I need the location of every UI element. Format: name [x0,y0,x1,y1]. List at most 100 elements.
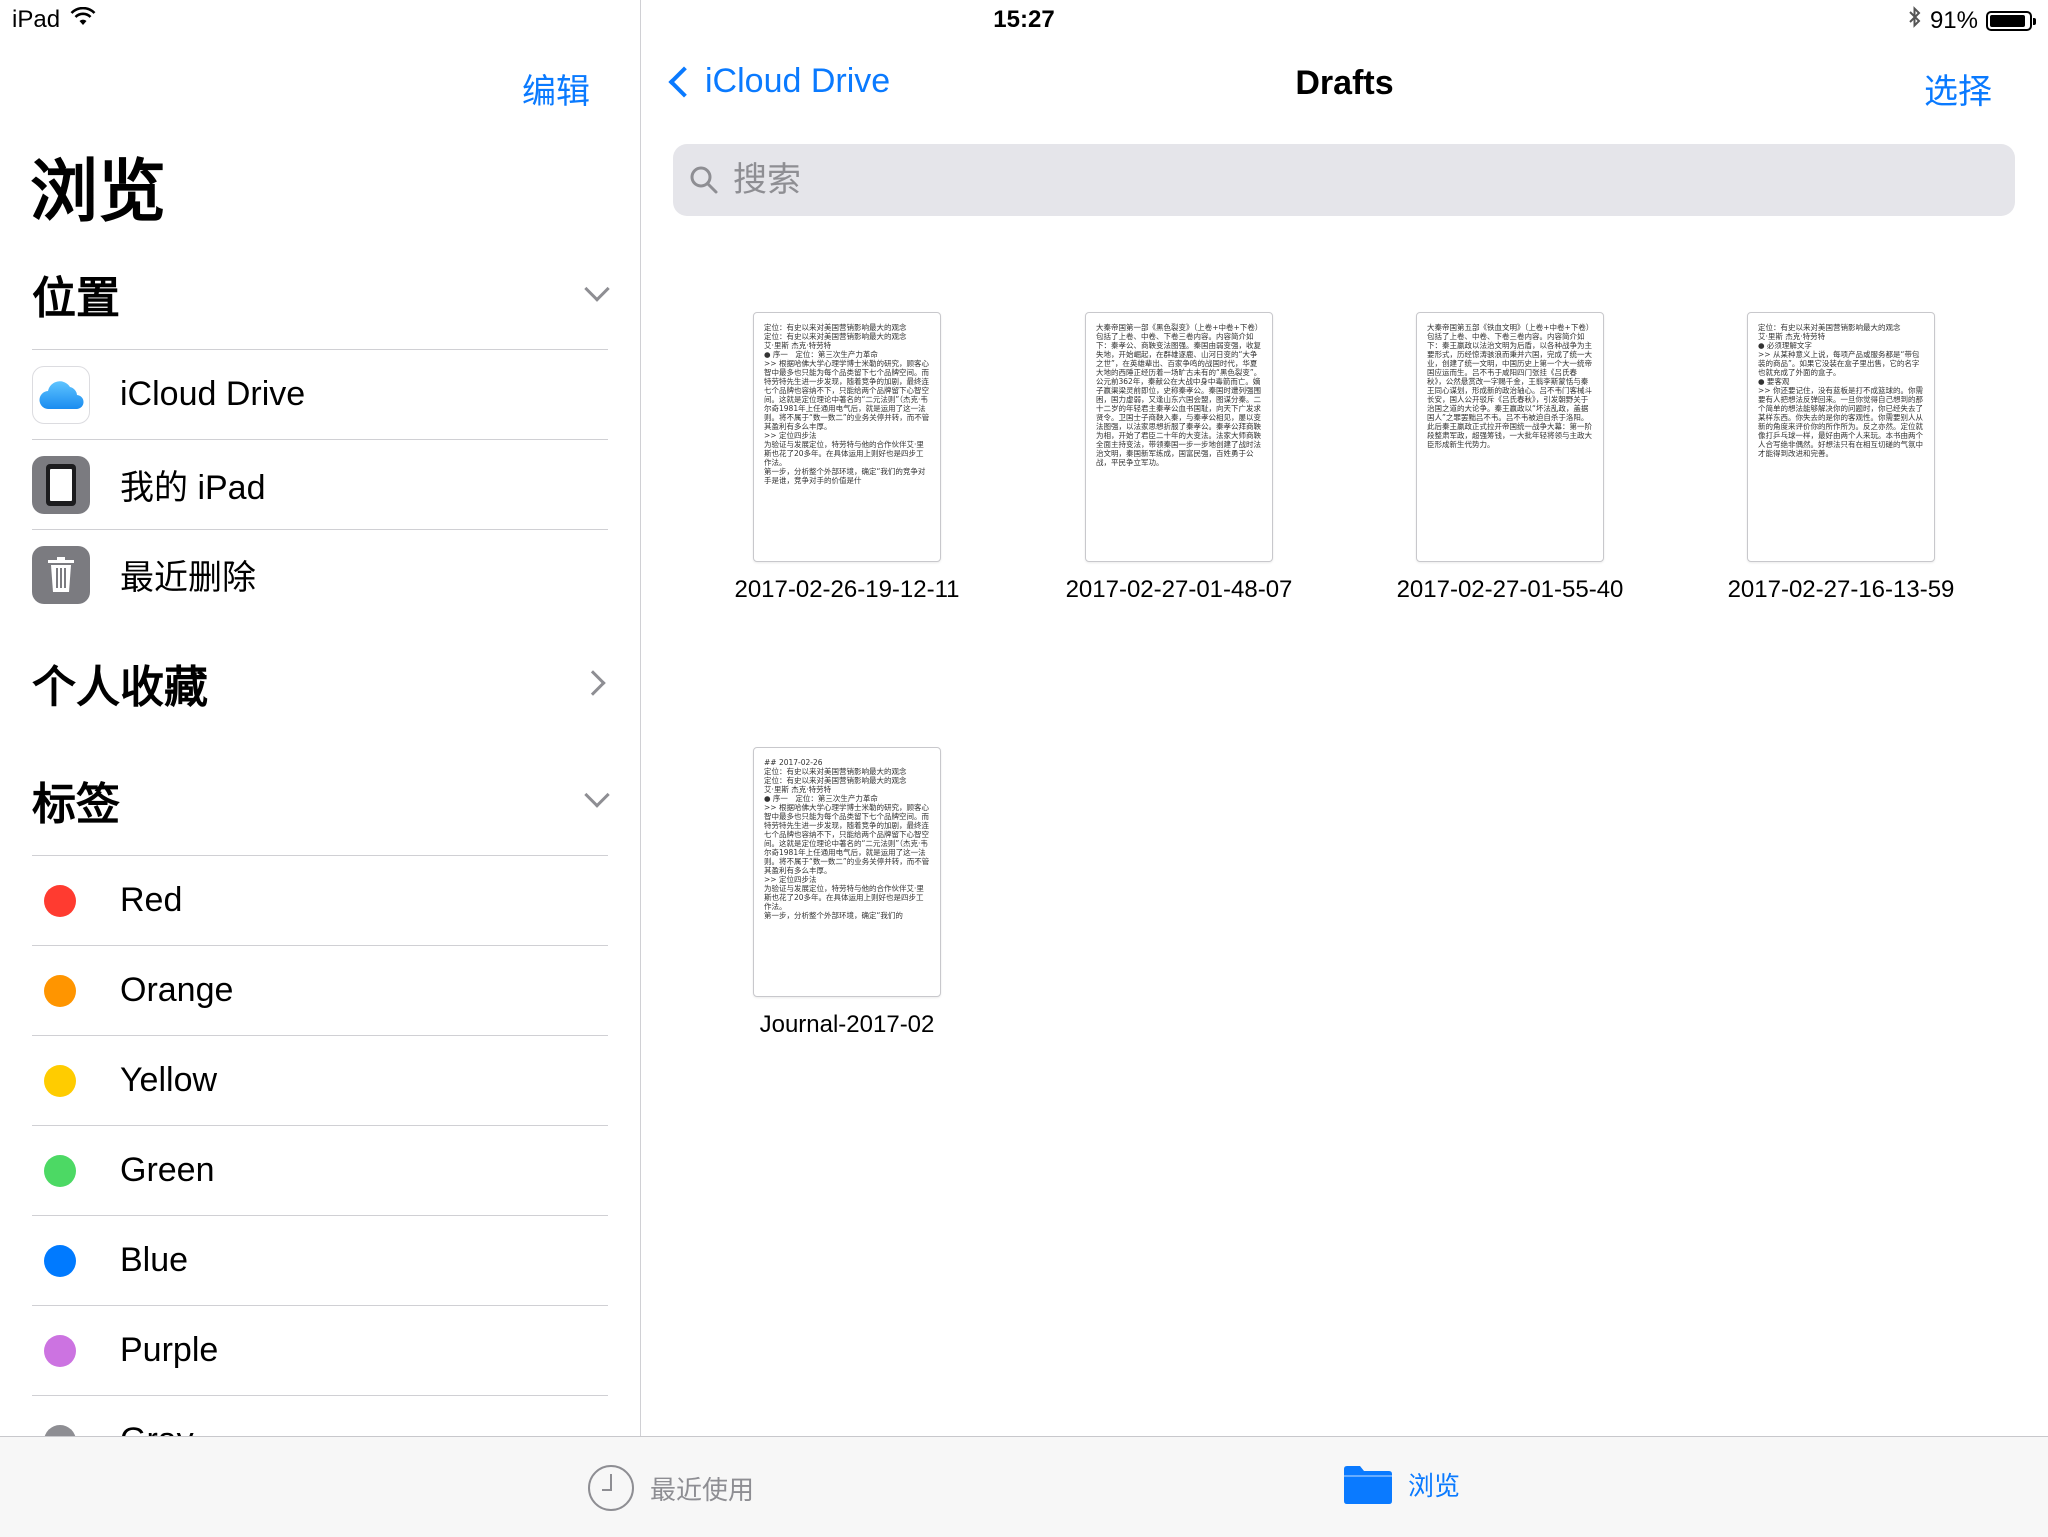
sidebar-item-label: 最近删除 [120,559,256,597]
tag-label: Orange [120,971,234,1009]
tab-bar: 最近使用 浏览 [0,1436,2048,1537]
locations-header-label: 位置 [32,274,120,323]
tags-header-label: 标签 [32,780,120,829]
favorites-header-label: 个人收藏 [32,663,208,712]
thumbnail-text: 为验证与发展定位，特劳特与他的合作伙伴艾·里斯也花了20多年。在具体运用上则好也… [764,440,924,467]
file-thumbnail[interactable]: 大秦帝国第五部《铁血文明》（上卷+中卷+下卷）包括了上卷、中卷、下卷三卷内容。内… [1416,312,1604,562]
thumbnail-text: 第一步，分析整个外部环境，确定“我们的竞争对手是谁，竞争对手的价值是什 [764,467,926,485]
tag-label: Red [120,881,183,919]
chevron-down-icon[interactable] [584,276,610,302]
file-item[interactable]: 大秦帝国第一部《黑色裂变》（上卷+中卷+下卷）包括了上卷、中卷、下卷三卷内容。内… [1029,312,1329,604]
sidebar-item-my-ipad[interactable]: 我的 iPad [32,439,608,529]
status-bar: iPad 15:27 91% [0,0,2048,40]
thumbnail-text: 定位：有史以来对美国营销影响最大的观念 [764,776,907,785]
tag-item-blue[interactable]: Blue [32,1215,608,1305]
thumbnail-text: 艾·里斯 杰克·特劳特 [1758,332,1826,341]
battery-fill [1990,14,2025,27]
thumbnail-text: 定位：有史以来对美国营销影响最大的观念 [1758,323,1901,332]
sidebar: 编辑 浏览 位置 iCloud Drive 我的 iPad 最近删除 个人收藏 … [0,0,641,1436]
tag-label: Yellow [120,1061,218,1099]
thumbnail-text: 大秦帝国第一部《黑色裂变》（上卷+中卷+下卷）包括了上卷、中卷、下卷三卷内容。内… [1096,323,1262,467]
tag-item-red[interactable]: Red [32,855,608,945]
search-icon [690,166,718,194]
green-tag-dot [44,1154,76,1187]
thumbnail-text: 大秦帝国第五部《铁血文明》（上卷+中卷+下卷）包括了上卷、中卷、下卷三卷内容。内… [1427,323,1592,449]
gray-tag-dot [44,1424,76,1436]
file-name: 2017-02-27-01-55-40 [1396,576,1624,603]
tab-recents[interactable]: 最近使用 [586,1463,754,1513]
red-tag-dot [44,884,76,917]
tag-label: Purple [120,1331,219,1369]
yellow-tag-dot [44,1064,76,1097]
blue-tag-dot [44,1244,76,1277]
tag-item-gray[interactable]: Gray [32,1395,608,1436]
file-name: Journal-2017-02 [759,1011,935,1038]
page-title: Drafts [1295,64,1394,102]
chevron-right-icon[interactable] [580,670,606,696]
main-panel: iCloud Drive Drafts 选择 定位：有史以来对美国营销影响最大的… [641,0,2048,1436]
thumbnail-text: 定位：有史以来对美国营销影响最大的观念 [764,332,907,341]
chevron-down-icon[interactable] [584,782,610,808]
favorites-header[interactable]: 个人收藏 [32,653,618,713]
select-button[interactable]: 选择 [1924,64,1992,113]
thumbnail-text: 艾·里斯 杰克·特劳特 [764,785,832,794]
file-name: 2017-02-27-01-48-07 [1065,576,1293,603]
file-item[interactable]: ## 2017-02-26 定位：有史以来对美国营销影响最大的观念 定位：有史以… [697,747,997,1039]
search-bar[interactable] [673,144,2015,216]
orange-tag-dot [44,974,76,1007]
sidebar-item-label: iCloud Drive [120,375,306,413]
edit-button[interactable]: 编辑 [522,64,590,113]
file-item[interactable]: 定位：有史以来对美国营销影响最大的观念 艾·里斯 杰克·特劳特 ● 必须理解文字… [1691,312,1991,604]
file-name: 2017-02-27-16-13-59 [1727,576,1955,603]
thumbnail-text: 定位：有史以来对美国营销影响最大的观念 [764,323,907,332]
thumbnail-text: >> 根据哈佛大学心理学博士米勒的研究，顾客心智中最多也只能为每个品类留下七个品… [764,803,930,875]
tag-item-orange[interactable]: Orange [32,945,608,1035]
tags-header[interactable]: 标签 [32,770,618,830]
file-thumbnail[interactable]: ## 2017-02-26 定位：有史以来对美国营销影响最大的观念 定位：有史以… [753,747,941,997]
trash-icon [32,545,90,604]
tag-label: Green [120,1151,215,1189]
tag-item-purple[interactable]: Purple [32,1305,608,1395]
thumbnail-text: 定位：有史以来对美国营销影响最大的观念 [764,767,907,776]
clock-icon [588,1465,634,1511]
search-input[interactable] [731,159,1935,201]
status-time: 15:27 [993,6,1055,33]
file-thumbnail[interactable]: 定位：有史以来对美国营销影响最大的观念 艾·里斯 杰克·特劳特 ● 必须理解文字… [1747,312,1935,562]
thumbnail-text: >> 根据哈佛大学心理学博士米勒的研究，顾客心智中最多也只能为每个品类留下七个品… [764,359,930,431]
thumbnail-text: >> 从某种意义上说，每项产品或服务都是“带包装的商品”。如果它没装在盒子里出售… [1758,350,1920,377]
bluetooth-icon [1908,6,1922,35]
tag-item-yellow[interactable]: Yellow [32,1035,608,1125]
tag-label: Blue [120,1241,189,1279]
thumbnail-text: 第一步，分析整个外部环境，确定“我们的 [764,911,903,920]
thumbnail-text: 艾·里斯 杰克·特劳特 [764,341,832,350]
thumbnail-text: ● 要客观 [1758,377,1790,386]
thumbnail-text: >> 定位四步法 [764,431,817,440]
icloud-icon [32,365,90,424]
tab-browse[interactable]: 浏览 [1342,1463,1460,1505]
thumbnail-text: ● 序一 定位：第三次生产力革命 [764,794,878,803]
file-thumbnail[interactable]: 大秦帝国第一部《黑色裂变》（上卷+中卷+下卷）包括了上卷、中卷、下卷三卷内容。内… [1085,312,1273,562]
file-thumbnail[interactable]: 定位：有史以来对美国营销影响最大的观念 定位：有史以来对美国营销影响最大的观念 … [753,312,941,562]
tab-label: 最近使用 [650,1474,755,1505]
thumbnail-text: ● 序一 定位：第三次生产力革命 [764,350,878,359]
ipad-icon [32,455,90,514]
file-item[interactable]: 定位：有史以来对美国营销影响最大的观念 定位：有史以来对美国营销影响最大的观念 … [697,312,997,604]
purple-tag-dot [44,1334,76,1367]
tag-label: Gray [120,1421,194,1436]
battery-icon [1986,10,2036,31]
sidebar-item-recently-deleted[interactable]: 最近删除 [32,529,608,619]
tag-item-green[interactable]: Green [32,1125,608,1215]
locations-header[interactable]: 位置 [32,264,618,324]
sidebar-item-icloud-drive[interactable]: iCloud Drive [32,349,608,439]
thumbnail-text: ● 必须理解文字 [1758,341,1812,350]
file-item[interactable]: 大秦帝国第五部《铁血文明》（上卷+中卷+下卷）包括了上卷、中卷、下卷三卷内容。内… [1360,312,1660,604]
folder-icon [1344,1466,1392,1504]
sidebar-item-label: 我的 iPad [120,469,266,507]
tab-label: 浏览 [1408,1470,1461,1501]
thumbnail-text: ## 2017-02-26 [764,758,823,767]
thumbnail-text: >> 定位四步法 [764,875,817,884]
file-name: 2017-02-26-19-12-11 [734,576,960,603]
thumbnail-text: >> 你还要记住，没有蓝板是打不成篮球的。你需要有人把想法反弹回来。一旦你觉得自… [1758,386,1923,458]
battery-percent: 91% [1929,6,1978,34]
thumbnail-text: 为验证与发展定位，特劳特与他的合作伙伴艾·里斯也花了20多年。在具体运用上则好也… [764,884,924,911]
